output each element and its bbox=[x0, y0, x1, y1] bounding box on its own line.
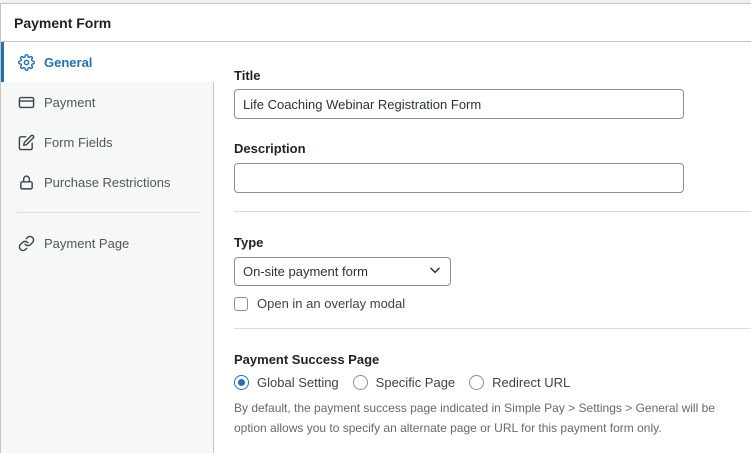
tab-purchase-restrictions-label: Purchase Restrictions bbox=[44, 174, 171, 190]
tab-payment-page-label: Payment Page bbox=[44, 235, 130, 251]
success-page-help-text: By default, the payment success page ind… bbox=[234, 398, 751, 438]
radio-label: Global Setting bbox=[257, 375, 339, 390]
tab-form-fields[interactable]: Form Fields bbox=[1, 122, 213, 162]
tab-payment-label: Payment bbox=[44, 94, 96, 110]
gear-icon bbox=[17, 53, 36, 72]
description-input[interactable] bbox=[234, 163, 684, 193]
description-label: Description bbox=[234, 141, 306, 156]
radio-button[interactable] bbox=[352, 375, 368, 390]
tab-general-label: General bbox=[44, 54, 93, 70]
radio-label: Specific Page bbox=[375, 375, 456, 390]
title-input[interactable]: Life Coaching Webinar Registration Form bbox=[234, 89, 684, 119]
chevron-down-icon bbox=[428, 263, 442, 280]
radio-specific-page[interactable]: Specific Page bbox=[352, 375, 456, 390]
credit-card-icon bbox=[17, 93, 36, 112]
radio-button-checked[interactable] bbox=[234, 375, 249, 390]
radio-button[interactable] bbox=[469, 375, 485, 390]
tab-purchase-restrictions[interactable]: Purchase Restrictions bbox=[1, 162, 213, 202]
type-select[interactable]: On-site payment form bbox=[234, 257, 451, 286]
success-page-options: Global Setting Specific Page Redirect UR… bbox=[234, 375, 584, 390]
sidebar-divider bbox=[17, 212, 200, 213]
tab-general[interactable]: General bbox=[1, 42, 214, 82]
link-icon bbox=[17, 234, 36, 253]
tab-payment[interactable]: Payment bbox=[1, 82, 213, 122]
divider bbox=[234, 328, 751, 329]
overlay-modal-option[interactable]: Open in an overlay modal bbox=[234, 296, 405, 311]
type-label: Type bbox=[234, 235, 264, 250]
tab-form-fields-label: Form Fields bbox=[44, 134, 113, 150]
radio-global-setting[interactable]: Global Setting bbox=[234, 375, 339, 390]
lock-icon bbox=[17, 173, 36, 192]
divider bbox=[234, 211, 751, 212]
type-select-value: On-site payment form bbox=[243, 264, 368, 279]
settings-sidebar: General Payment Form Fields Purchase Res… bbox=[1, 42, 214, 453]
radio-label: Redirect URL bbox=[492, 375, 571, 390]
radio-redirect-url[interactable]: Redirect URL bbox=[469, 375, 570, 390]
overlay-modal-label: Open in an overlay modal bbox=[257, 296, 406, 311]
general-settings: Title Life Coaching Webinar Registration… bbox=[215, 42, 751, 453]
overlay-modal-checkbox[interactable] bbox=[234, 296, 248, 311]
payment-form-panel: Payment Form General Payment Form Fields… bbox=[0, 3, 751, 453]
help-line: By default, the payment success page ind… bbox=[234, 401, 715, 415]
title-label: Title bbox=[234, 68, 261, 83]
edit-icon bbox=[17, 133, 36, 152]
help-line: option allows you to specify an alternat… bbox=[234, 421, 662, 435]
tab-payment-page[interactable]: Payment Page bbox=[1, 223, 213, 263]
panel-title: Payment Form bbox=[1, 4, 751, 42]
success-page-label: Payment Success Page bbox=[234, 352, 380, 367]
